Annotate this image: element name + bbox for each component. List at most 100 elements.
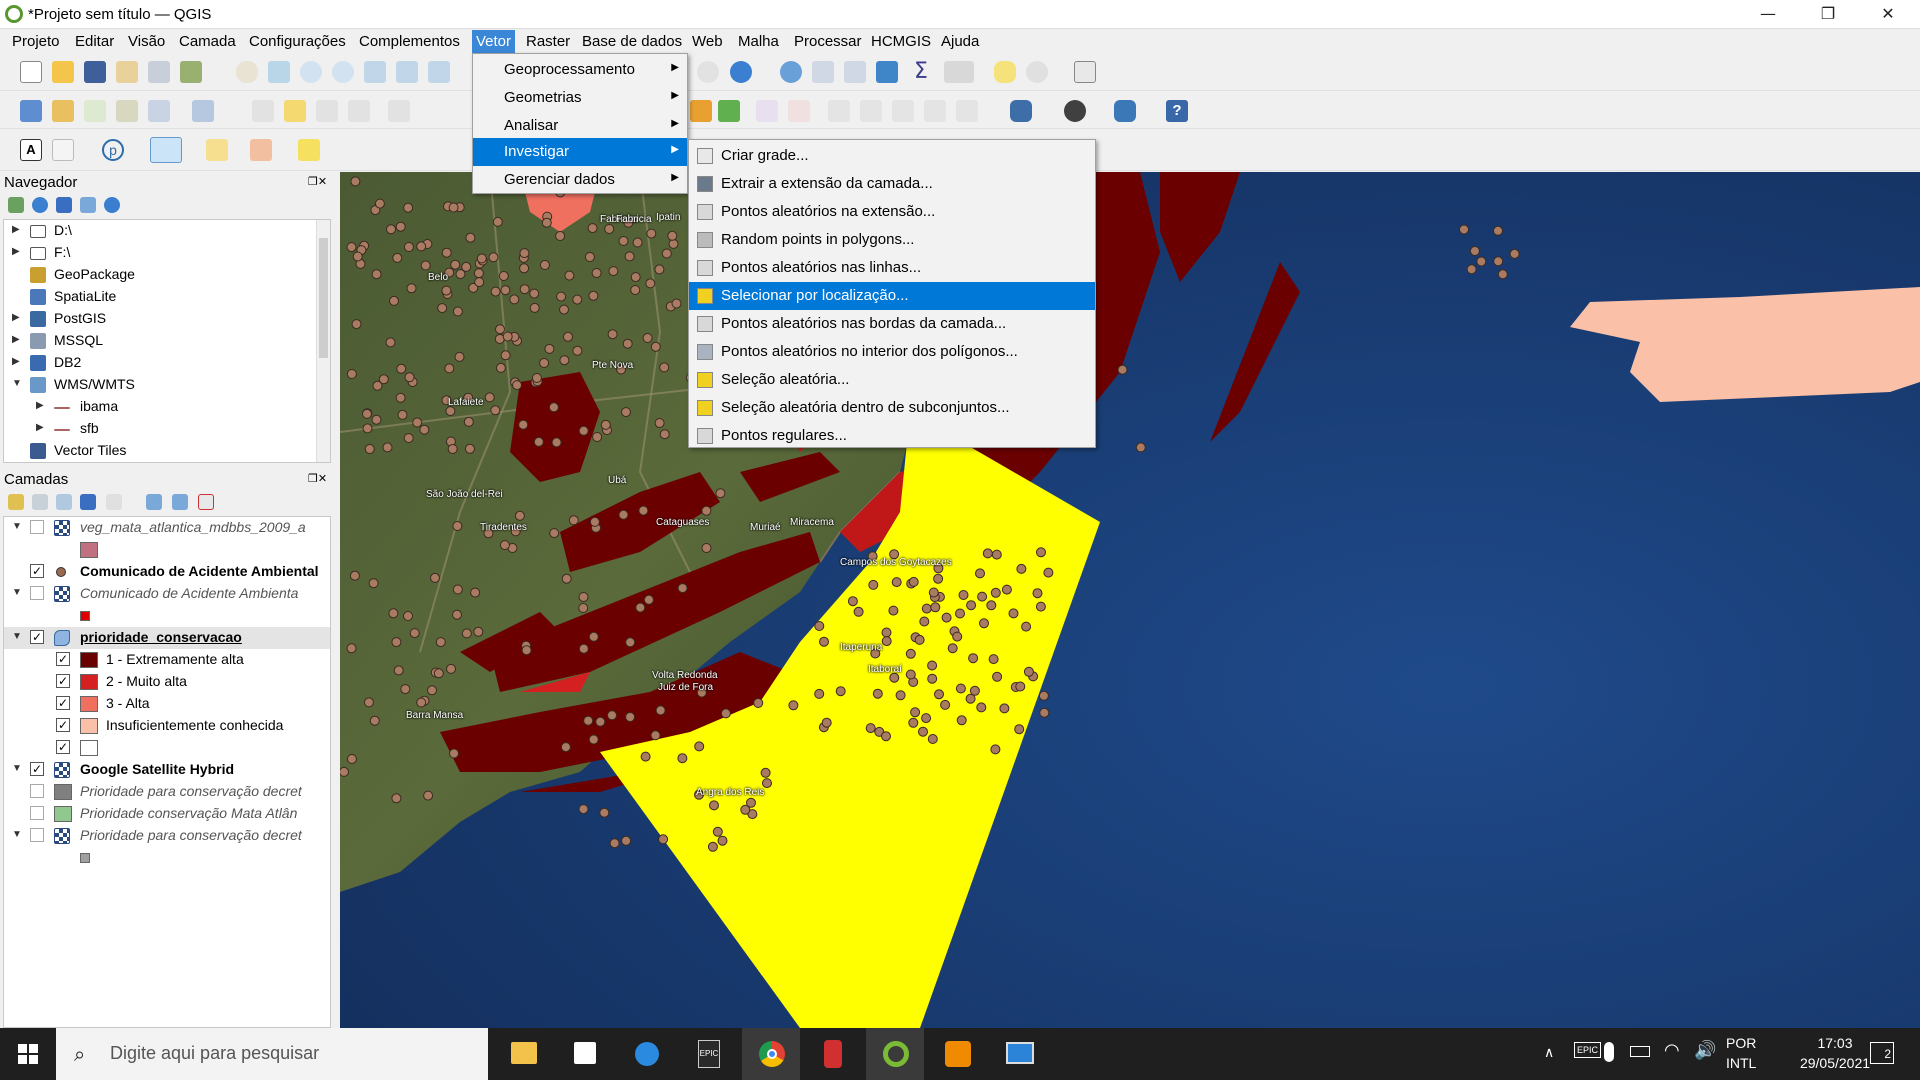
navigator-item-vector-tiles[interactable]: Vector Tiles: [4, 440, 330, 462]
menu-gerenciar-dados[interactable]: Gerenciar dados ▶: [473, 166, 687, 194]
menu-raster[interactable]: Raster: [524, 32, 572, 52]
measure-line-icon[interactable]: [944, 61, 974, 83]
text-format-icon[interactable]: A: [20, 139, 42, 161]
navigator-item-sfb[interactable]: ▶ sfb: [4, 418, 330, 440]
layer-row[interactable]: ▼ ✓ prioridade_conservacao: [4, 627, 330, 649]
layer-visibility-checkbox[interactable]: [30, 806, 44, 820]
open-layer-styling-icon[interactable]: [8, 494, 24, 510]
navigator-item-f[interactable]: ▶ F:\: [4, 242, 330, 264]
processing-toolbox-icon[interactable]: [876, 61, 898, 83]
edge-browser-icon[interactable]: [618, 1028, 676, 1080]
chrome-icon[interactable]: [742, 1028, 800, 1080]
select-location-icon[interactable]: [298, 139, 320, 161]
windows-start-icon[interactable]: [18, 1044, 38, 1064]
navigator-item-d[interactable]: ▶ D:\: [4, 220, 330, 242]
minimize-button[interactable]: —: [1748, 4, 1788, 26]
add-group-icon[interactable]: [32, 494, 48, 510]
identify-features-icon[interactable]: [780, 61, 802, 83]
navigator-item-mssql[interactable]: ▶ MSSQL: [4, 330, 330, 352]
collapse-arrow-icon[interactable]: ▼: [12, 631, 22, 642]
submenu-item-pontos-aleatorios-na-extensao[interactable]: Pontos aleatórios na extensão...: [689, 198, 1095, 226]
submenu-item-pontos-aleatorios-no-interior-dos-poligonos[interactable]: Pontos aleatórios no interior dos polígo…: [689, 338, 1095, 366]
navigator-item-db2[interactable]: ▶ DB2: [4, 352, 330, 374]
statistical-summary-icon[interactable]: Σ: [910, 61, 932, 83]
submenu-item-random-points-in-polygons[interactable]: Random points in polygons...: [689, 226, 1095, 254]
scrollbar-thumb[interactable]: [319, 238, 328, 358]
layer-row[interactable]: ▼ ✓ Google Satellite Hybrid: [4, 759, 330, 781]
keyboard-layout-indicator[interactable]: INTL: [1726, 1055, 1756, 1071]
navigator-item-wms-wmts[interactable]: ▼ WMS/WMTS: [4, 374, 330, 396]
maximize-button[interactable]: ❐: [1808, 4, 1848, 26]
navigator-item-geopackage[interactable]: GeoPackage: [4, 264, 330, 286]
select-by-value-icon[interactable]: [206, 139, 228, 161]
menu-vetor[interactable]: Vetor: [472, 30, 516, 53]
show-hide-labels-icon[interactable]: [828, 100, 850, 122]
expand-arrow-icon[interactable]: ▶: [12, 246, 22, 257]
expand-arrow-icon[interactable]: ▶: [36, 400, 46, 411]
microsoft-store-icon[interactable]: [556, 1028, 614, 1080]
properties-info-icon[interactable]: [104, 197, 120, 213]
collapse-arrow-icon[interactable]: ▼: [12, 378, 22, 389]
layer-row[interactable]: ✓ 1 - Extremamente alta: [4, 649, 330, 671]
submenu-item-pontos-regulares[interactable]: Pontos regulares...: [689, 422, 1095, 450]
layer-row[interactable]: ✓ Insuficientemente conhecida: [4, 715, 330, 737]
navigator-scrollbar[interactable]: [316, 220, 330, 462]
rotate-label-icon[interactable]: [892, 100, 914, 122]
menu-investigar[interactable]: Investigar ▶: [473, 138, 687, 166]
menu-hcmgis[interactable]: HCMGIS: [869, 32, 933, 52]
collapse-all-icon[interactable]: [80, 197, 96, 213]
new-geopackage-layer-icon[interactable]: [52, 100, 74, 122]
menu-ajuda[interactable]: Ajuda: [939, 32, 981, 52]
layer-row[interactable]: ▼ Comunicado de Acidente Ambienta: [4, 583, 330, 605]
layer-visibility-checkbox[interactable]: [30, 586, 44, 600]
virtual-layer-icon[interactable]: [192, 100, 214, 122]
pan-to-selection-icon[interactable]: [268, 61, 290, 83]
add-feature-icon[interactable]: [348, 100, 370, 122]
zoom-out-icon[interactable]: [332, 61, 354, 83]
field-calculator-icon[interactable]: [844, 61, 866, 83]
layer-row[interactable]: Prioridade conservação Mata Atlân: [4, 803, 330, 825]
layer-row[interactable]: ✓ 2 - Muito alta: [4, 671, 330, 693]
pan-hand-icon[interactable]: [236, 61, 258, 83]
menu-web[interactable]: Web: [690, 32, 725, 52]
empty-tool-icon[interactable]: [52, 139, 74, 161]
map-tips-icon[interactable]: [994, 61, 1016, 83]
expand-arrow-icon[interactable]: ▶: [12, 224, 22, 235]
layer-visibility-checkbox[interactable]: ✓: [56, 718, 70, 732]
new-spatialite-layer-icon[interactable]: [148, 100, 170, 122]
taskbar-search-box[interactable]: ⌕ Digite aqui para pesquisar: [56, 1028, 488, 1080]
new-virtual-layer-icon[interactable]: [84, 100, 106, 122]
label-pin-icon[interactable]: [788, 100, 810, 122]
db-manager-icon[interactable]: [1010, 100, 1032, 122]
data-source-manager-icon[interactable]: [20, 100, 42, 122]
label-highlight-icon[interactable]: [756, 100, 778, 122]
navigator-item-postgis[interactable]: ▶ PostGIS: [4, 308, 330, 330]
deselect-features-icon[interactable]: [250, 139, 272, 161]
refresh-icon[interactable]: [730, 61, 752, 83]
layer-visibility-checkbox[interactable]: ✓: [56, 674, 70, 688]
legend-symbol-row[interactable]: [4, 605, 330, 627]
layer-visibility-checkbox[interactable]: [30, 784, 44, 798]
new-temporary-layer-icon[interactable]: [116, 100, 138, 122]
language-indicator[interactable]: POR: [1726, 1035, 1756, 1051]
show-bookmarks-icon[interactable]: [1026, 61, 1048, 83]
unpinned-labels-icon[interactable]: [956, 100, 978, 122]
collapse-arrow-icon[interactable]: ▼: [12, 829, 22, 840]
map-canvas[interactable]: Belo Fabriciar Ipatin Fabricia Lafaiete Pte N…: [340, 172, 1920, 1028]
photos-app-icon[interactable]: [990, 1028, 1048, 1080]
submenu-item-pontos-aleatorios-nas-linhas[interactable]: Pontos aleatórios nas linhas...: [689, 254, 1095, 282]
legend-symbol-row[interactable]: ✓: [4, 737, 330, 759]
open-attribute-table-icon[interactable]: [812, 61, 834, 83]
quickmapservices-icon[interactable]: [1064, 100, 1086, 122]
collapse-arrow-icon[interactable]: ▼: [12, 587, 22, 598]
zoom-layer-icon[interactable]: [428, 61, 450, 83]
menu-editar[interactable]: Editar: [73, 32, 116, 52]
menu-camada[interactable]: Camada: [177, 32, 238, 52]
open-project-icon[interactable]: [52, 61, 74, 83]
menu-geoprocessamento[interactable]: Geoprocessamento ▶: [473, 56, 687, 84]
expand-all-icon[interactable]: [146, 494, 162, 510]
expand-arrow-icon[interactable]: ▶: [12, 312, 22, 323]
collapse-all-icon[interactable]: [172, 494, 188, 510]
menu-projeto[interactable]: Projeto: [10, 32, 62, 52]
save-edits-icon[interactable]: [316, 100, 338, 122]
